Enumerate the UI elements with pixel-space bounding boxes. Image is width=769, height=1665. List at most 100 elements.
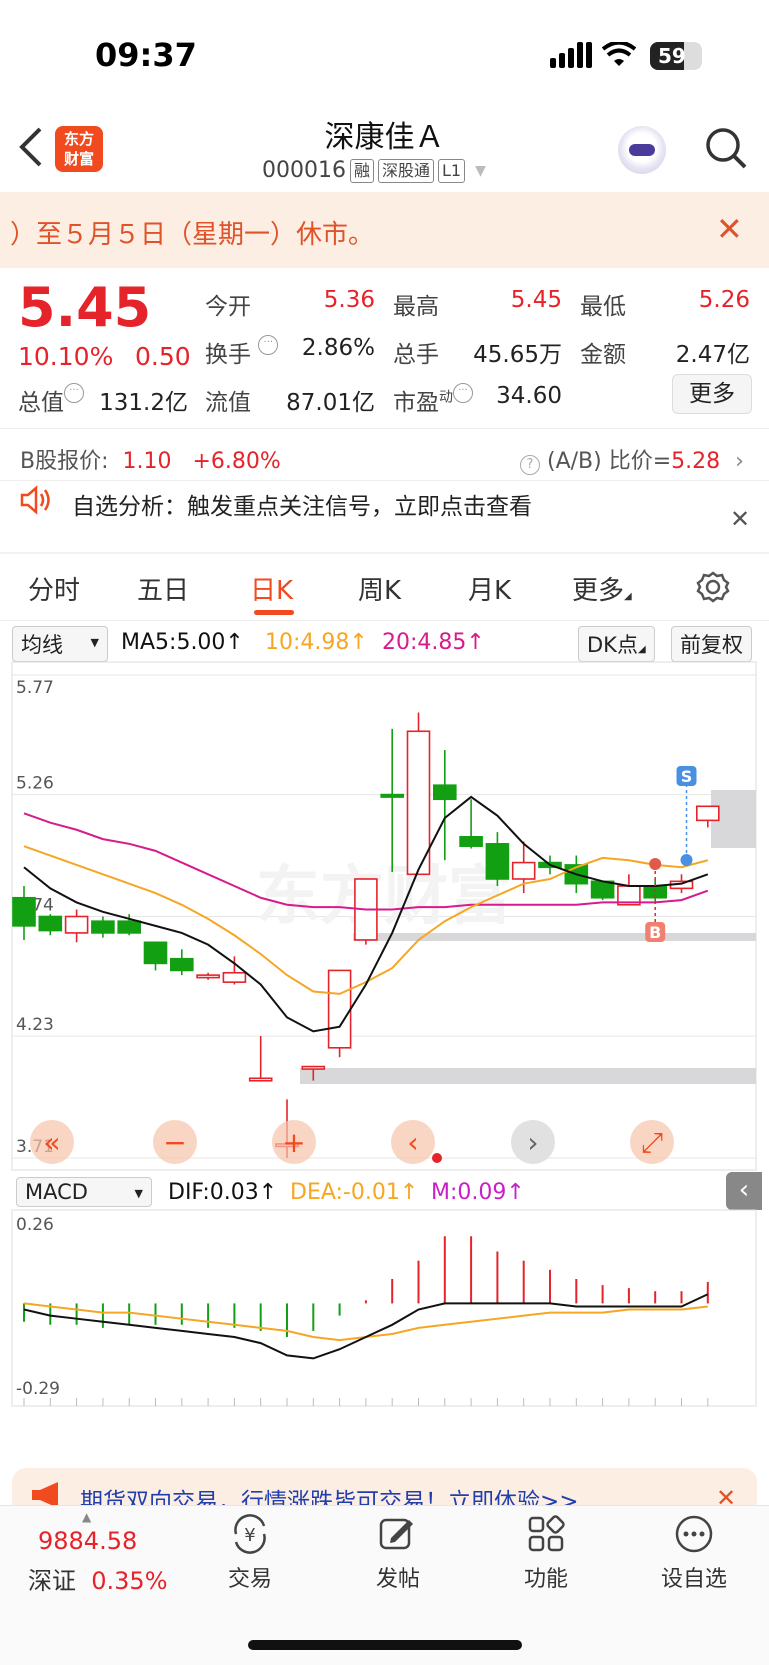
turnover-value: 2.86% bbox=[301, 335, 375, 361]
tab-more[interactable]: 更多◢ bbox=[572, 570, 632, 607]
caret-up-icon: ▲ bbox=[82, 1510, 92, 1524]
y-tick-label: 5.26 bbox=[16, 774, 54, 794]
post-label[interactable]: 发帖 bbox=[348, 1561, 448, 1593]
close-icon[interactable]: ✕ bbox=[730, 505, 750, 533]
candle-body bbox=[301, 1065, 326, 1070]
current-price: 5.45 bbox=[18, 276, 152, 339]
dea-label: DEA:-0.01↑ bbox=[290, 1180, 419, 1205]
battery-level: 59 bbox=[658, 44, 686, 68]
battery-icon: 59 bbox=[650, 42, 702, 70]
dif-line bbox=[23, 1293, 709, 1360]
trade-label[interactable]: 交易 bbox=[200, 1561, 300, 1593]
amount-label: 金额 bbox=[580, 342, 626, 368]
index-value[interactable]: 9884.58 bbox=[38, 1527, 137, 1555]
pe-value: 34.60 bbox=[496, 383, 562, 409]
adjust-select[interactable]: 前复权 bbox=[671, 626, 752, 662]
candle-body bbox=[143, 941, 168, 965]
open-label: 今开 bbox=[205, 294, 251, 320]
volume-value: 45.65万 bbox=[473, 342, 562, 368]
cellular-signal-icon bbox=[550, 42, 592, 68]
stock-code-line[interactable]: 000016 融 深股通 L1 ▼ bbox=[262, 158, 486, 183]
m-label: M:0.09↑ bbox=[431, 1180, 525, 1205]
dea-line bbox=[23, 1302, 708, 1342]
mcap-label: 总值 ··· bbox=[18, 383, 84, 417]
sell-marker-label: S bbox=[681, 767, 693, 786]
candle-body bbox=[170, 957, 194, 972]
step-back-icon-glyph: ‹ bbox=[407, 1126, 418, 1159]
index-line[interactable]: 深证 0.35% bbox=[28, 1561, 168, 1596]
candle-body bbox=[695, 805, 720, 822]
candle-body bbox=[64, 915, 89, 934]
ma10-label: 10:4.98↑ bbox=[265, 630, 368, 655]
candle-body bbox=[91, 920, 115, 934]
tab-five-day[interactable]: 五日 bbox=[137, 570, 189, 607]
tab-weekly-k[interactable]: 周K bbox=[358, 570, 401, 607]
tab-monthly-k[interactable]: 月K bbox=[468, 570, 511, 607]
step-forward-icon-glyph: › bbox=[527, 1126, 538, 1159]
open-value: 5.36 bbox=[323, 287, 375, 313]
chevron-right-icon: › bbox=[735, 449, 744, 474]
candlestick-chart[interactable]: 5.775.264.744.233.71东方财富SB«−+‹›⤢ bbox=[0, 660, 769, 1172]
ma20-label: 20:4.85↑ bbox=[382, 630, 485, 655]
candle-body bbox=[327, 969, 352, 1049]
zoom-in-icon-glyph: + bbox=[282, 1126, 305, 1159]
y-tick-label: 5.77 bbox=[16, 678, 54, 698]
tag-level: L1 bbox=[438, 158, 466, 183]
functions-label[interactable]: 功能 bbox=[496, 1561, 596, 1593]
macd-select[interactable]: MACD ▼ bbox=[16, 1177, 152, 1207]
dk-point-select[interactable]: DK点◢ bbox=[578, 626, 655, 662]
support-zone bbox=[353, 933, 756, 941]
candle-body bbox=[38, 915, 63, 932]
watchlist-more-icon[interactable] bbox=[674, 1514, 714, 1554]
turnover-label: 换手 ··· bbox=[205, 335, 279, 369]
tab-daily-k[interactable]: 日K bbox=[250, 570, 293, 607]
candle-body bbox=[432, 784, 457, 801]
close-icon[interactable]: ✕ bbox=[716, 210, 743, 248]
add-watchlist-label[interactable]: 设自选 bbox=[644, 1561, 744, 1593]
ab-ratio[interactable]: ? (A/B) 比价=5.28 › bbox=[520, 443, 744, 475]
indicator-select[interactable]: 均线 ▼ bbox=[12, 626, 108, 662]
float-value: 87.01亿 bbox=[286, 390, 375, 416]
buy-dot bbox=[649, 858, 662, 870]
active-tab-underline bbox=[254, 610, 294, 615]
ma5-label: MA5:5.00↑ bbox=[121, 630, 244, 655]
tag-connect: 深股通 bbox=[378, 158, 435, 183]
y-tick-label: 0.26 bbox=[16, 1215, 54, 1235]
status-time: 09:37 bbox=[95, 36, 197, 74]
assistant-robot-icon[interactable] bbox=[618, 126, 666, 174]
pressure-zone bbox=[300, 1068, 756, 1084]
volume-label: 总手 bbox=[393, 342, 439, 368]
tab-intraday[interactable]: 分时 bbox=[28, 570, 80, 607]
info-dots-icon[interactable]: ··· bbox=[453, 383, 473, 403]
change-amount: 0.50 bbox=[135, 342, 191, 371]
low-label: 最低 bbox=[580, 294, 626, 320]
settings-gear-icon[interactable] bbox=[696, 570, 730, 604]
collapse-panel-icon[interactable]: ‹ bbox=[726, 1172, 762, 1210]
change-percent: 10.10% bbox=[18, 342, 114, 371]
info-dots-icon[interactable]: ··· bbox=[64, 383, 84, 403]
sell-dot bbox=[680, 854, 693, 866]
macd-frame bbox=[11, 1209, 757, 1407]
functions-grid-icon[interactable] bbox=[526, 1514, 566, 1554]
wifi-icon bbox=[602, 42, 636, 66]
b-share-quote[interactable]: B股报价: 1.10 +6.80% bbox=[20, 443, 281, 475]
candle-body bbox=[380, 793, 405, 798]
analysis-banner[interactable]: 自选分析：触发重点关注信号，立即点击查看 bbox=[72, 487, 532, 521]
trade-yen-icon[interactable]: ¥ bbox=[228, 1514, 272, 1554]
pe-label: 市盈动 ··· bbox=[393, 383, 473, 417]
post-edit-icon[interactable] bbox=[377, 1514, 417, 1554]
search-icon[interactable] bbox=[704, 126, 748, 170]
amount-value: 2.47亿 bbox=[675, 342, 750, 368]
mcap-value: 131.2亿 bbox=[99, 390, 188, 416]
candle-body bbox=[117, 920, 141, 934]
macd-chart: 0.26-0.292025032420250403202504172025043… bbox=[11, 1209, 757, 1407]
info-dots-icon[interactable]: ··· bbox=[258, 335, 279, 355]
more-button[interactable]: 更多 bbox=[672, 374, 752, 414]
zoom-out-icon-glyph: − bbox=[163, 1126, 186, 1159]
y-tick-label: -0.29 bbox=[16, 1379, 60, 1399]
scroll-left-icon-glyph: « bbox=[43, 1126, 60, 1159]
notice-text: ）至５月５日（星期一）休市。 bbox=[10, 220, 375, 250]
home-indicator bbox=[248, 1640, 522, 1650]
candle-body bbox=[12, 896, 36, 927]
tag-margin: 融 bbox=[349, 158, 374, 183]
